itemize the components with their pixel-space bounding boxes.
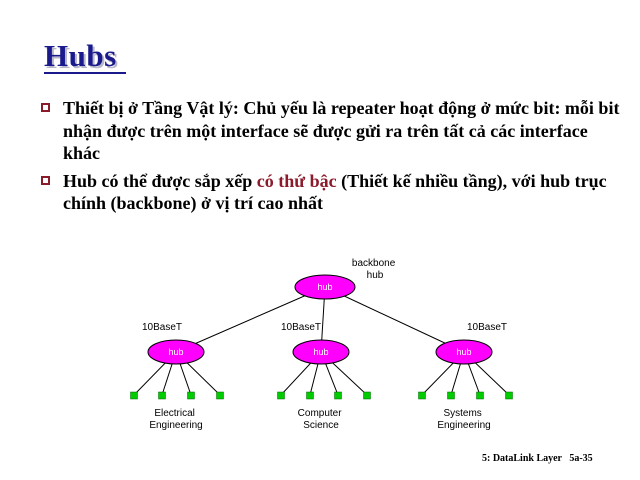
backbone-hub-label: hub — [317, 282, 332, 292]
department-label: Electrical Engineering — [149, 408, 202, 431]
link-label: 10BaseT — [142, 322, 182, 333]
link-label: 10BaseT — [281, 322, 321, 333]
host-node — [216, 391, 224, 400]
backbone-link — [175, 286, 326, 353]
hub-group-systems-engineering: 10BaseT hub Systems Engineering — [435, 322, 507, 431]
host-node — [277, 391, 285, 400]
slide-footer: 5: DataLink Layer 5a-35 — [482, 453, 593, 464]
host-node — [334, 391, 342, 400]
hub-label: hub — [168, 347, 183, 357]
host-node — [476, 391, 484, 400]
link-label: 10BaseT — [467, 322, 507, 333]
department-label: Systems Engineering — [437, 408, 490, 431]
host-node — [158, 391, 166, 400]
hub-hierarchy-diagram: backbone hub hub 10BaseT hub Electrical … — [130, 258, 513, 431]
host-node — [363, 391, 371, 400]
hosts — [130, 391, 513, 400]
footer-page-number: 5a-35 — [569, 453, 593, 464]
hub-group-electrical-engineering: 10BaseT hub Electrical Engineering — [142, 322, 205, 431]
hub-label: hub — [313, 347, 328, 357]
footer-chapter: 5: DataLink Layer — [482, 453, 562, 464]
host-node — [130, 391, 138, 400]
backbone-link — [324, 286, 465, 353]
host-node — [447, 391, 455, 400]
host-node — [418, 391, 426, 400]
hub-label: hub — [456, 347, 471, 357]
host-node — [187, 391, 195, 400]
backbone-label: backbone hub — [352, 258, 398, 281]
backbone-hub: hub — [294, 274, 356, 300]
host-node — [306, 391, 314, 400]
host-node — [505, 391, 513, 400]
department-label: Computer Science — [298, 408, 345, 431]
